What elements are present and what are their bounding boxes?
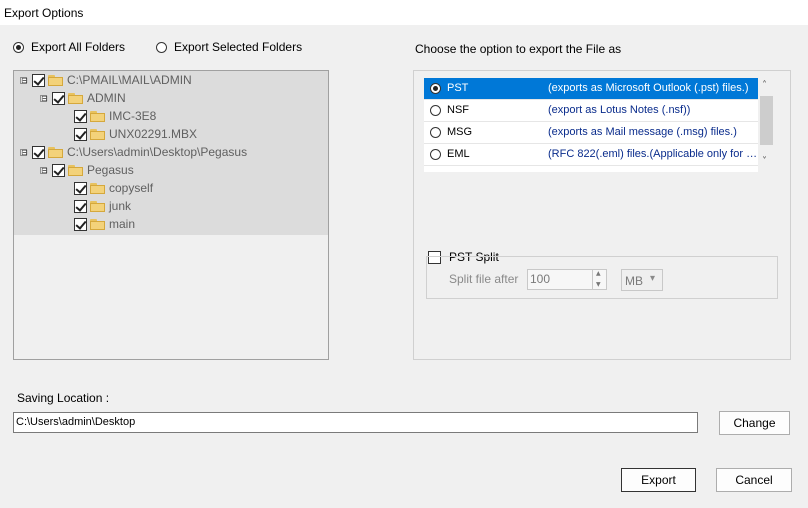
format-option-eml[interactable]: EML (RFC 822(.eml) files.(Applicable only… <box>424 144 758 166</box>
folder-icon <box>90 200 105 212</box>
folder-icon <box>48 146 63 158</box>
tree-node[interactable]: IMC-3E8 <box>74 107 156 125</box>
format-code: MSG <box>447 126 473 138</box>
export-button[interactable]: Export <box>621 468 696 492</box>
split-size-value: 100 <box>530 272 551 286</box>
saving-location-input[interactable]: C:\Users\admin\Desktop <box>13 412 698 433</box>
format-option-nsf[interactable]: NSF (export as Lotus Notes (.nsf)) <box>424 100 758 122</box>
split-unit-value: MB <box>625 274 643 288</box>
format-radio[interactable] <box>430 83 441 94</box>
tree-node-label: C:\PMAIL\MAIL\ADMIN <box>67 73 192 87</box>
export-format-list[interactable]: PST (exports as Microsoft Outlook (.pst) … <box>424 78 774 172</box>
folder-icon <box>90 218 105 230</box>
split-file-after-label: Split file after <box>449 272 519 286</box>
format-option-pst[interactable]: PST (exports as Microsoft Outlook (.pst) … <box>424 78 758 100</box>
spin-down-icon[interactable]: ▼ <box>596 281 601 288</box>
format-code: NSF <box>447 104 469 116</box>
format-radio[interactable] <box>430 127 441 138</box>
tree-node-label: UNX02291.MBX <box>109 127 198 141</box>
tree-node-label: ADMIN <box>87 91 126 105</box>
title-bar <box>0 0 808 25</box>
format-code: PST <box>447 82 469 94</box>
tree-node-label: Pegasus <box>87 163 134 177</box>
format-option-msg[interactable]: MSG (exports as Mail message (.msg) files… <box>424 122 758 144</box>
tree-node-checkbox[interactable] <box>32 73 45 87</box>
format-radio[interactable] <box>430 149 441 160</box>
format-radio[interactable] <box>430 105 441 116</box>
saving-location-label: Saving Location : <box>17 391 110 405</box>
export-selected-folders-label: Export Selected Folders <box>174 40 303 54</box>
tree-node[interactable]: UNX02291.MBX <box>74 125 197 143</box>
folder-icon <box>48 74 63 86</box>
format-description: (exports as Mail message (.msg) files.) <box>548 126 737 138</box>
tree-node-checkbox[interactable] <box>74 199 87 213</box>
tree-node-checkbox[interactable] <box>74 181 87 195</box>
collapse-icon[interactable]: ⊟ <box>20 148 28 156</box>
folder-icon <box>90 182 105 194</box>
tree-node-label: main <box>109 217 136 231</box>
format-description: (export as Lotus Notes (.nsf)) <box>548 104 691 116</box>
export-all-folders-radio[interactable] <box>13 41 24 53</box>
cancel-button[interactable]: Cancel <box>716 468 792 492</box>
tree-node-label: IMC-3E8 <box>109 109 157 123</box>
collapse-icon[interactable]: ⊟ <box>40 166 48 174</box>
folder-icon <box>90 110 105 122</box>
collapse-icon[interactable]: ⊟ <box>40 94 48 102</box>
scrollbar-thumb[interactable] <box>760 96 773 145</box>
tree-node-label: C:\Users\admin\Desktop\Pegasus <box>67 145 248 159</box>
scroll-up-icon[interactable]: ˄ <box>762 80 767 91</box>
chevron-down-icon: ▾ <box>650 273 656 284</box>
tree-node-checkbox[interactable] <box>74 127 87 141</box>
folder-icon <box>68 92 83 104</box>
collapse-icon[interactable]: ⊟ <box>20 76 28 84</box>
export-selected-folders-option[interactable]: Export Selected Folders <box>156 40 302 54</box>
folder-icon <box>68 164 83 176</box>
tree-node-checkbox[interactable] <box>52 91 65 105</box>
tree-node[interactable]: ⊟ Pegasus <box>40 161 134 179</box>
tree-node-checkbox[interactable] <box>74 217 87 231</box>
tree-node[interactable]: copyself <box>74 179 153 197</box>
tree-node[interactable]: junk <box>74 197 131 215</box>
tree-node-label: copyself <box>109 181 154 195</box>
format-code: EML <box>447 148 470 160</box>
tree-node[interactable]: ⊟ C:\Users\admin\Desktop\Pegasus <box>20 143 247 161</box>
tree-node[interactable]: ⊟ C:\PMAIL\MAIL\ADMIN <box>20 71 192 89</box>
export-all-folders-label: Export All Folders <box>31 40 126 54</box>
tree-node[interactable]: main <box>74 215 135 233</box>
scroll-down-icon[interactable]: ˅ <box>762 156 767 167</box>
tree-node-label: junk <box>109 199 132 213</box>
format-description: (exports as Microsoft Outlook (.pst) fil… <box>548 82 749 94</box>
tree-node-checkbox[interactable] <box>32 145 45 159</box>
tree-node-checkbox[interactable] <box>52 163 65 177</box>
export-selected-folders-radio[interactable] <box>156 41 167 53</box>
window-title: Export Options <box>4 6 84 20</box>
tree-node-checkbox[interactable] <box>74 109 87 123</box>
spin-up-icon[interactable]: ▲ <box>596 270 601 277</box>
folder-icon <box>90 128 105 140</box>
tree-node[interactable]: ⊟ ADMIN <box>40 89 126 107</box>
export-all-folders-option[interactable]: Export All Folders <box>13 40 125 54</box>
change-location-button[interactable]: Change <box>719 411 790 435</box>
format-description: (RFC 822(.eml) files.(Applicable only fo… <box>548 148 758 160</box>
export-format-heading: Choose the option to export the File as <box>415 42 622 56</box>
